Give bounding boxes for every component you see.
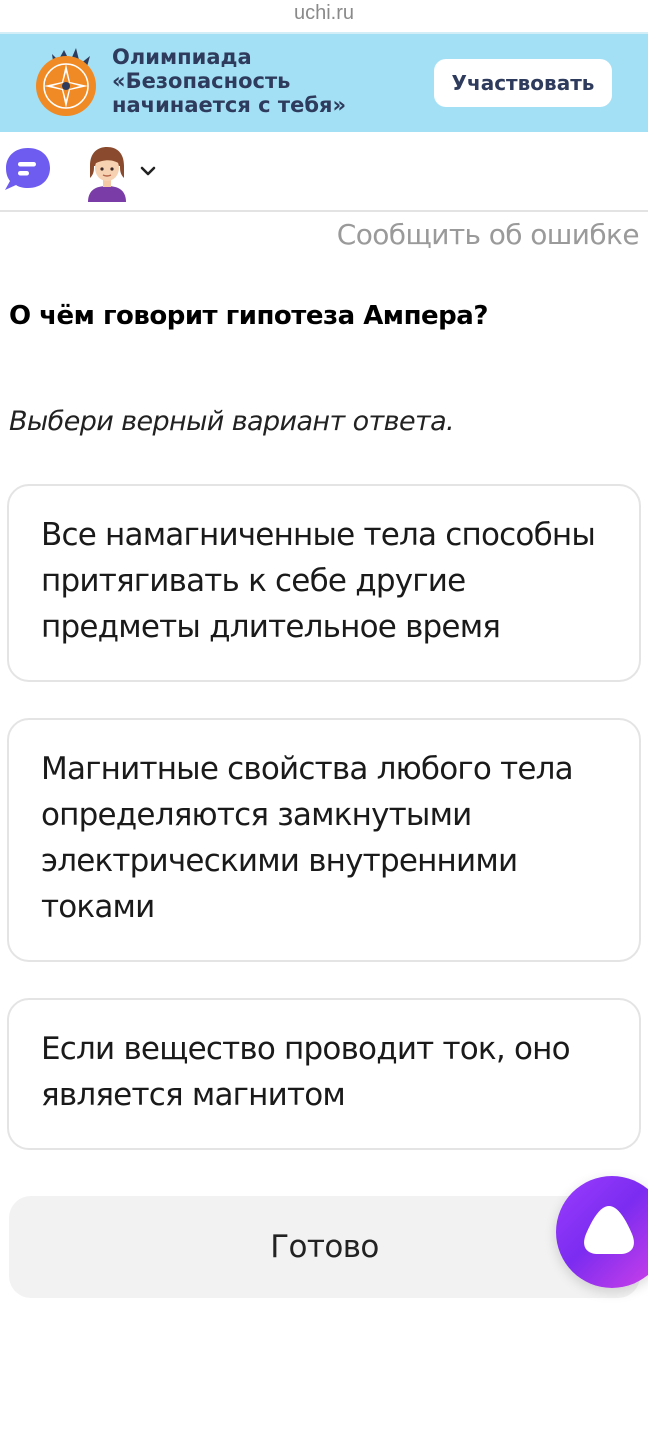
olympiad-banner[interactable]: Олимпиада «Безопасность начинается с теб… bbox=[0, 32, 648, 132]
option-line: электрическими внутренними bbox=[41, 843, 518, 879]
chat-bubble-icon[interactable] bbox=[2, 146, 52, 194]
banner-title-line: начинается с тебя» bbox=[112, 93, 347, 117]
question-text: О чём говорит гипотеза Ампера? bbox=[9, 301, 488, 331]
option-line: притягивать к себе другие bbox=[41, 563, 466, 599]
option-line: Магнитные свойства любого тела bbox=[41, 751, 574, 787]
answer-option-1[interactable]: Все намагниченные тела способны притягив… bbox=[7, 484, 641, 682]
option-line: предметы длительное время bbox=[41, 609, 501, 645]
address-bar[interactable]: uchi.ru bbox=[0, 0, 648, 32]
report-error-link[interactable]: Сообщить об ошибке bbox=[337, 218, 640, 251]
compass-star-logo bbox=[36, 48, 96, 116]
option-line: Все намагниченные тела способны bbox=[41, 517, 596, 553]
option-line: является магнитом bbox=[41, 1077, 346, 1113]
option-line: Если вещество проводит ток, оно bbox=[41, 1031, 571, 1067]
user-avatar[interactable] bbox=[84, 144, 130, 202]
participate-button[interactable]: Участвовать bbox=[434, 59, 612, 107]
top-navigation bbox=[0, 132, 648, 212]
chevron-down-icon[interactable] bbox=[138, 164, 158, 178]
banner-title-line: Олимпиада bbox=[112, 45, 252, 69]
url-text: uchi.ru bbox=[293, 2, 355, 24]
banner-title-line: «Безопасность bbox=[112, 69, 291, 93]
done-button[interactable]: Готово bbox=[9, 1196, 640, 1298]
answer-option-3[interactable]: Если вещество проводит ток, оно является… bbox=[7, 998, 641, 1150]
banner-title: Олимпиада «Безопасность начинается с теб… bbox=[112, 45, 412, 117]
option-line: определяются замкнутыми bbox=[41, 797, 472, 833]
option-line: токами bbox=[41, 889, 155, 925]
instruction-text: Выбери верный вариант ответа. bbox=[9, 406, 455, 437]
answer-option-2[interactable]: Магнитные свойства любого тела определяю… bbox=[7, 718, 641, 962]
assistant-shape-icon bbox=[584, 1206, 634, 1254]
